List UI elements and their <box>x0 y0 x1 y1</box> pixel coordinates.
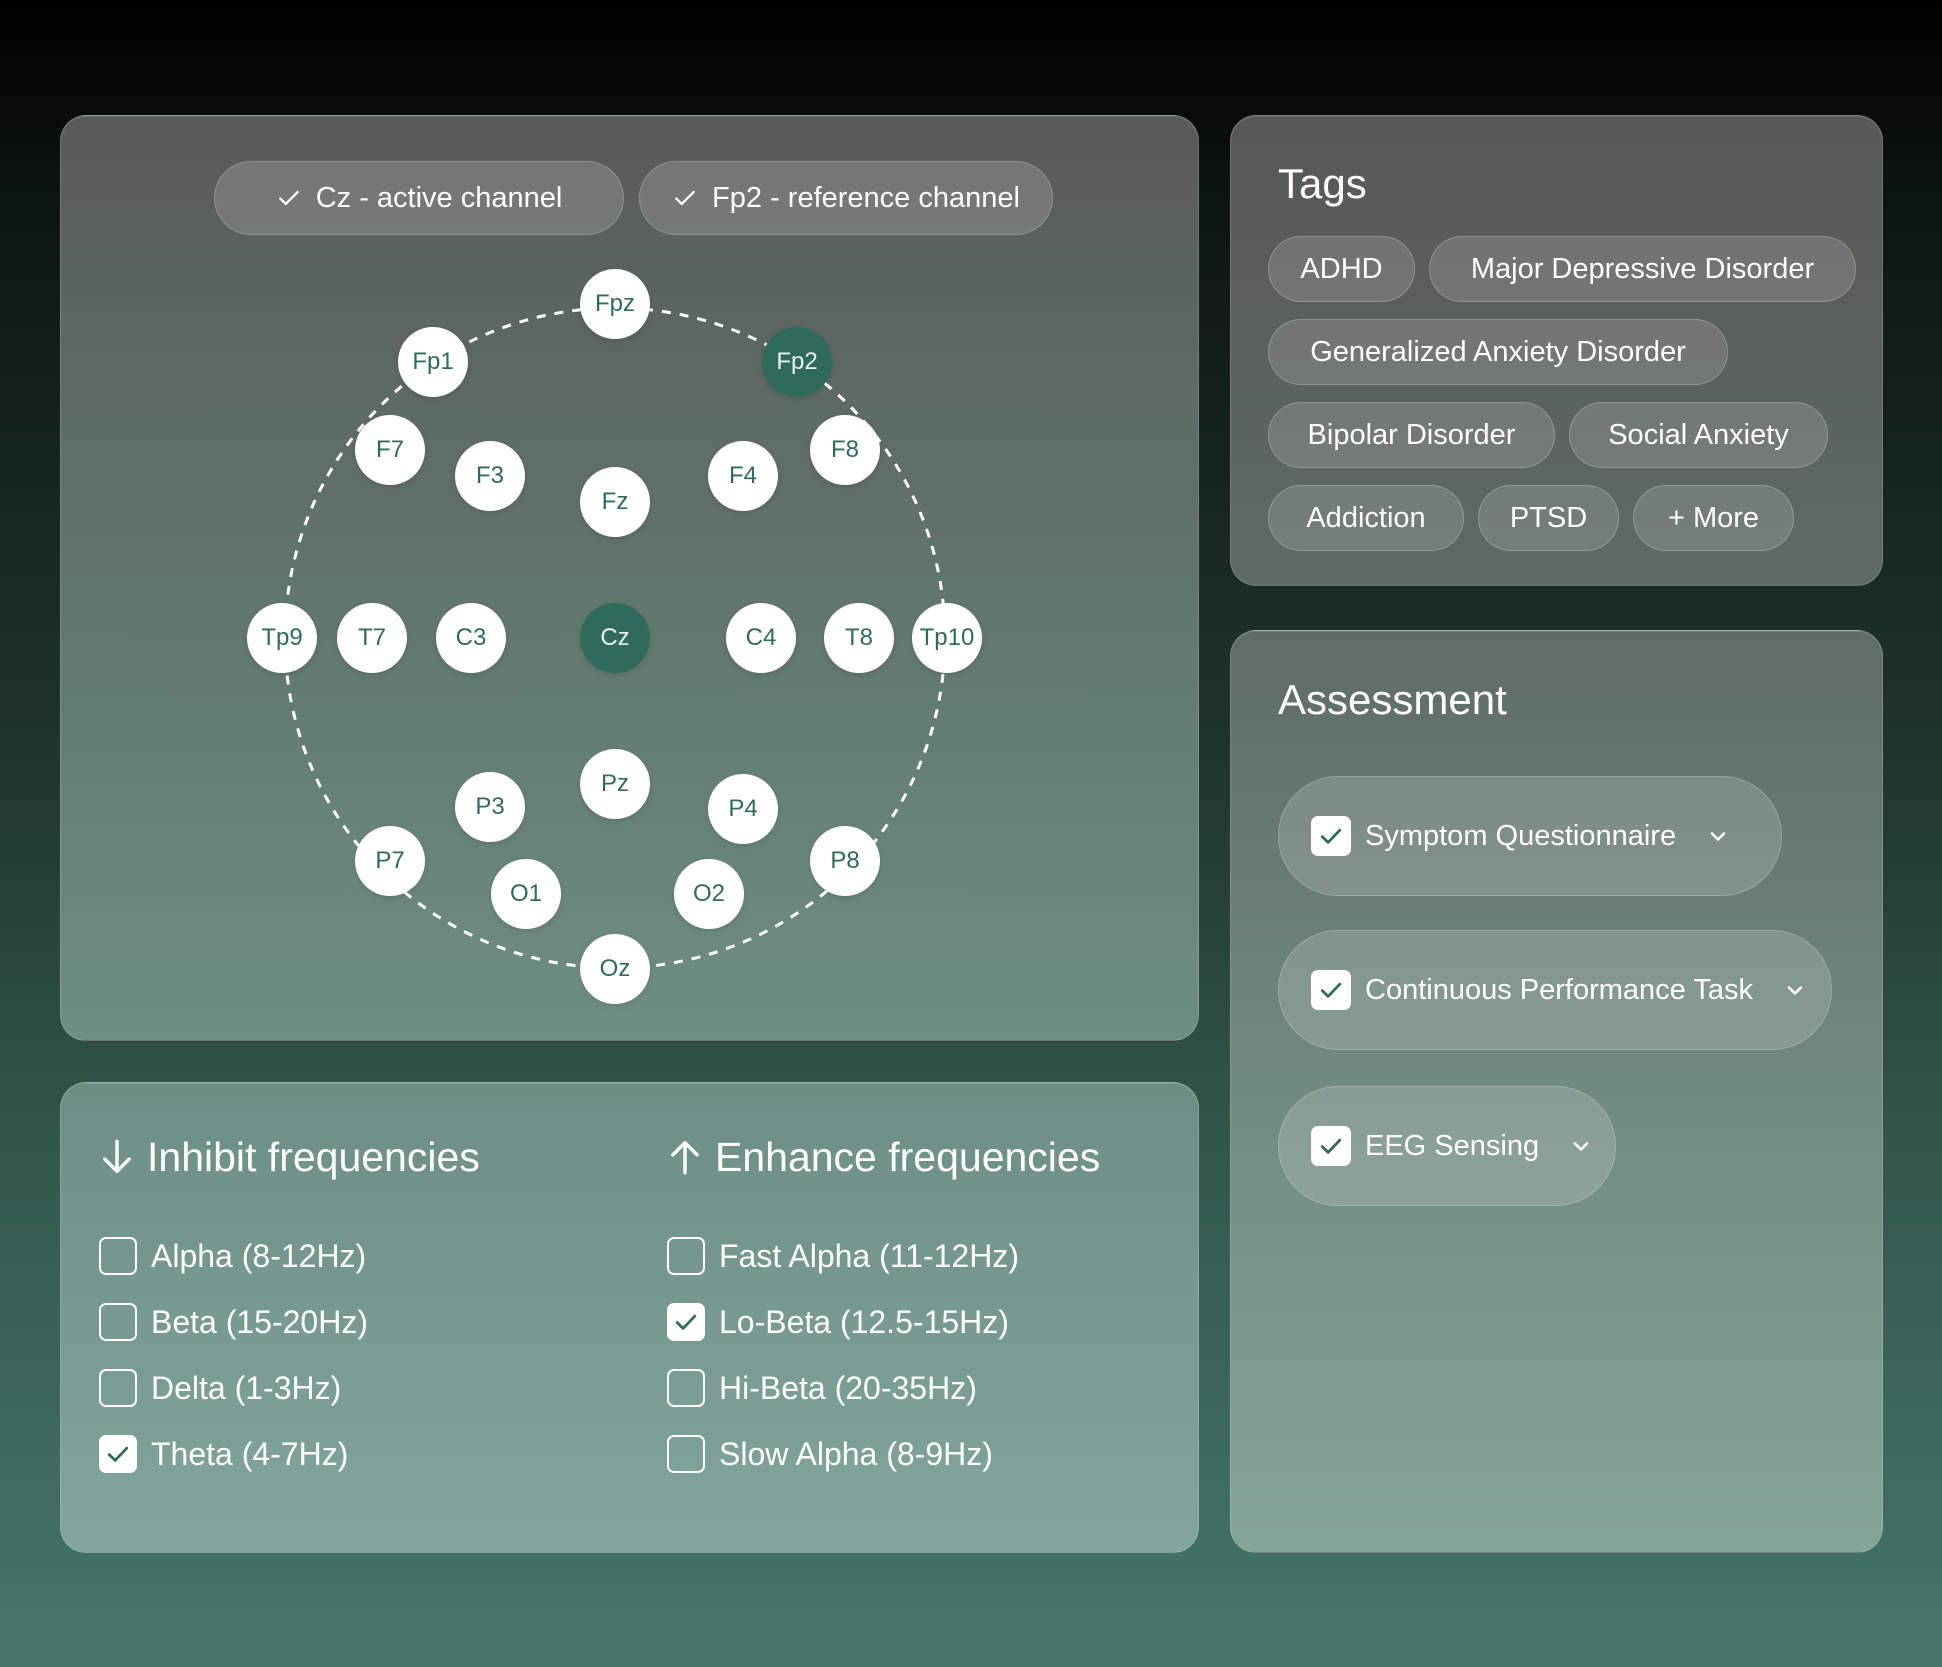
checkbox-label: Lo-Beta (12.5-15Hz) <box>719 1303 1009 1340</box>
chevron-down-icon[interactable] <box>1706 824 1730 848</box>
chevron-down-icon[interactable] <box>1569 1134 1593 1158</box>
checkmark-icon <box>1320 982 1342 998</box>
checkbox[interactable] <box>99 1369 137 1407</box>
assessment-label: Continuous Performance Task <box>1365 973 1753 1006</box>
checkmark-icon <box>107 1446 129 1462</box>
checkbox[interactable] <box>99 1303 137 1341</box>
inhibit-checkbox-item[interactable]: Alpha (8-12Hz) <box>99 1223 480 1289</box>
electrode-fz[interactable]: Fz <box>580 467 650 537</box>
assessment-dropdown[interactable]: EEG Sensing <box>1278 1086 1616 1206</box>
electrode-t8[interactable]: T8 <box>824 603 894 673</box>
electrode-p7[interactable]: P7 <box>355 826 425 896</box>
electrode-o2[interactable]: O2 <box>674 859 744 929</box>
checkbox-label: Fast Alpha (11-12Hz) <box>719 1237 1019 1274</box>
inhibit-checkbox-item[interactable]: Beta (15-20Hz) <box>99 1289 480 1355</box>
inhibit-title: Inhibit frequencies <box>147 1133 480 1180</box>
checkbox-label: Theta (4-7Hz) <box>151 1435 349 1472</box>
head-outline <box>283 306 947 970</box>
checkbox[interactable] <box>667 1369 705 1407</box>
checkbox[interactable] <box>1311 816 1351 856</box>
electrode-map-panel: Cz - active channel Fp2 - reference chan… <box>60 115 1199 1041</box>
electrode-oz[interactable]: Oz <box>580 934 650 1004</box>
checkbox[interactable] <box>667 1303 705 1341</box>
checkbox-label: Alpha (8-12Hz) <box>151 1237 367 1274</box>
checkbox-label: Delta (1-3Hz) <box>151 1369 342 1406</box>
electrode-fp2[interactable]: Fp2 <box>762 327 832 397</box>
assessment-label: Symptom Questionnaire <box>1365 819 1677 852</box>
assessment-dropdown[interactable]: Continuous Performance Task <box>1278 930 1832 1050</box>
tag-chip[interactable]: Generalized Anxiety Disorder <box>1268 319 1728 385</box>
electrode-p4[interactable]: P4 <box>708 774 778 844</box>
electrode-fpz[interactable]: Fpz <box>580 269 650 339</box>
checkbox[interactable] <box>667 1237 705 1275</box>
enhance-checkbox-item[interactable]: Fast Alpha (11-12Hz) <box>667 1223 1100 1289</box>
checkmark-icon <box>1320 828 1342 844</box>
inhibit-list: Alpha (8-12Hz) Beta (15-20Hz) Delta (1-3Hz… <box>99 1223 480 1487</box>
inhibit-column: Inhibit frequencies Alpha (8-12Hz) Beta (… <box>99 1127 480 1487</box>
enhance-title: Enhance frequencies <box>715 1133 1101 1180</box>
more-tags-button[interactable]: + More <box>1633 485 1794 551</box>
electrode-f3[interactable]: F3 <box>455 441 525 511</box>
electrode-fp1[interactable]: Fp1 <box>398 327 468 397</box>
electrode-cz[interactable]: Cz <box>580 603 650 673</box>
electrode-o1[interactable]: O1 <box>491 859 561 929</box>
checkbox[interactable] <box>99 1237 137 1275</box>
electrode-f7[interactable]: F7 <box>355 415 425 485</box>
enhance-header: Enhance frequencies <box>667 1127 1100 1187</box>
tag-chip[interactable]: ADHD <box>1268 236 1415 302</box>
enhance-column: Enhance frequencies Fast Alpha (11-12Hz)… <box>667 1127 1100 1487</box>
checkbox[interactable] <box>1311 970 1351 1010</box>
tag-chip[interactable]: PTSD <box>1478 485 1619 551</box>
assessment-label: EEG Sensing <box>1365 1129 1540 1162</box>
electrode-c4[interactable]: C4 <box>726 603 796 673</box>
enhance-checkbox-item[interactable]: Lo-Beta (12.5-15Hz) <box>667 1289 1100 1355</box>
assessment-panel: Assessment Symptom Questionnaire Continuo… <box>1230 630 1883 1553</box>
checkbox-label: Slow Alpha (8-9Hz) <box>719 1435 993 1472</box>
enhance-checkbox-item[interactable]: Hi-Beta (20-35Hz) <box>667 1355 1100 1421</box>
tags-panel: Tags ADHD Major Depressive Disorder Gene… <box>1230 115 1883 586</box>
chevron-down-icon[interactable] <box>1783 978 1807 1002</box>
checkbox[interactable] <box>99 1435 137 1473</box>
checkbox[interactable] <box>1311 1126 1351 1166</box>
assessment-title: Assessment <box>1278 676 1507 723</box>
arrow-down-icon <box>103 1139 131 1173</box>
electrode-p8[interactable]: P8 <box>810 826 880 896</box>
electrode-f8[interactable]: F8 <box>810 415 880 485</box>
inhibit-header: Inhibit frequencies <box>99 1127 480 1187</box>
electrode-f4[interactable]: F4 <box>708 441 778 511</box>
electrode-c3[interactable]: C3 <box>436 603 506 673</box>
frequency-panel: Inhibit frequencies Alpha (8-12Hz) Beta (… <box>60 1082 1199 1553</box>
tag-chip[interactable]: Bipolar Disorder <box>1268 402 1555 468</box>
checkbox-label: Hi-Beta (20-35Hz) <box>719 1369 977 1406</box>
electrode-tp10[interactable]: Tp10 <box>912 603 982 673</box>
tag-chip[interactable]: Major Depressive Disorder <box>1429 236 1856 302</box>
checkbox[interactable] <box>667 1435 705 1473</box>
enhance-list: Fast Alpha (11-12Hz) Lo-Beta (12.5-15Hz) H… <box>667 1223 1100 1487</box>
electrode-t7[interactable]: T7 <box>337 603 407 673</box>
tag-chip[interactable]: Social Anxiety <box>1569 402 1828 468</box>
electrode-head-map: Fpz Fp1 Fp2 F7 F3 Fz F4 F8 Tp9 T7 C3 Cz C4 T8 Tp10 P3 Pz… <box>61 116 1200 1042</box>
checkmark-icon <box>675 1314 697 1330</box>
arrow-up-icon <box>671 1141 699 1175</box>
electrode-tp9[interactable]: Tp9 <box>247 603 317 673</box>
inhibit-checkbox-item[interactable]: Delta (1-3Hz) <box>99 1355 480 1421</box>
electrode-pz[interactable]: Pz <box>580 749 650 819</box>
inhibit-checkbox-item[interactable]: Theta (4-7Hz) <box>99 1421 480 1487</box>
tags-title: Tags <box>1278 160 1367 207</box>
checkbox-label: Beta (15-20Hz) <box>151 1303 368 1340</box>
assessment-dropdown[interactable]: Symptom Questionnaire <box>1278 776 1782 896</box>
enhance-checkbox-item[interactable]: Slow Alpha (8-9Hz) <box>667 1421 1100 1487</box>
tag-chip[interactable]: Addiction <box>1268 485 1464 551</box>
electrode-p3[interactable]: P3 <box>455 772 525 842</box>
checkmark-icon <box>1320 1138 1342 1154</box>
